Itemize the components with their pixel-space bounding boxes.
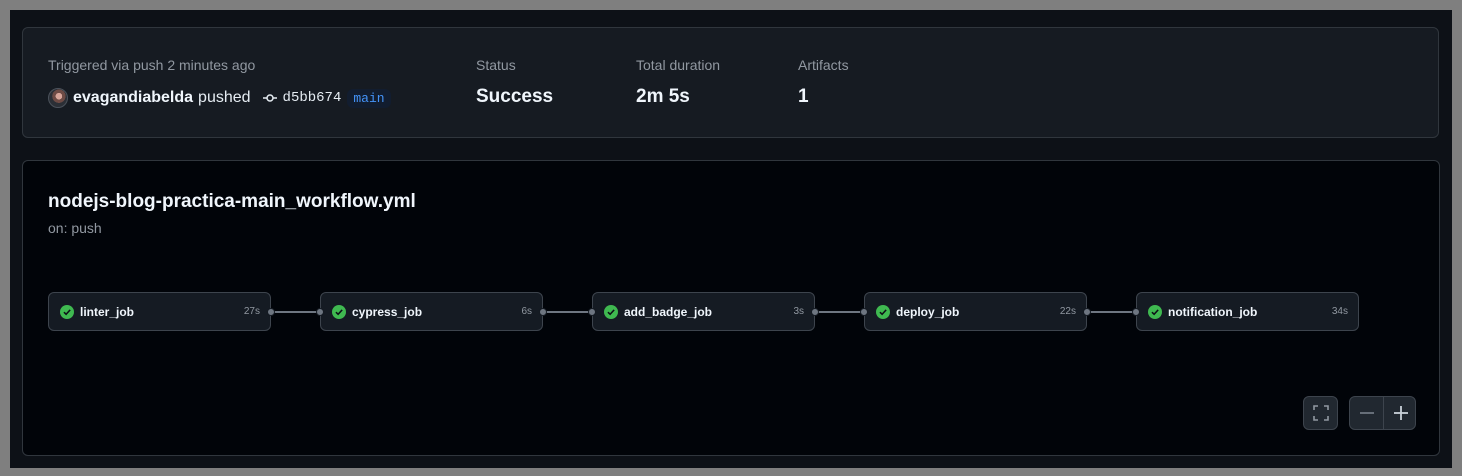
job-node-add-badge[interactable]: add_badge_job 3s [588,292,819,331]
fullscreen-button[interactable] [1303,396,1338,430]
job-node-linter[interactable]: linter_job 27s [48,292,275,331]
success-check-icon [332,305,346,319]
success-check-icon [1148,305,1162,319]
commit-sha-link[interactable]: d5bb674 [283,90,342,106]
trigger-text: Triggered via push 2 minutes ago [48,57,256,73]
job-connector [543,311,592,313]
fullscreen-icon [1304,397,1337,429]
avatar[interactable] [48,88,68,108]
zoom-in-button[interactable] [1384,397,1417,429]
job-node-notification[interactable]: notification_job 34s [1132,292,1359,331]
status-value: Success [476,86,554,107]
window-frame-right [1452,0,1462,476]
job-name: cypress_job [352,305,423,319]
duration-value: 2m 5s [636,86,690,107]
job-connector [1087,311,1136,313]
plus-icon [1393,406,1408,420]
minus-icon [1359,412,1374,414]
output-port [1083,308,1091,316]
branch-badge[interactable]: main [347,88,391,108]
job-duration: 6s [521,306,532,317]
zoom-out-button[interactable] [1350,397,1383,429]
success-check-icon [876,305,890,319]
workflow-file-name: nodejs-blog-practica-main_workflow.yml [48,191,416,212]
job-duration: 27s [243,306,260,317]
input-port [588,308,596,316]
job-node-cypress[interactable]: cypress_job 6s [316,292,547,331]
push-info: evagandiabelda pushed d5bb674 main [48,87,391,109]
job-name: linter_job [80,305,135,319]
output-port [267,308,275,316]
input-port [1132,308,1140,316]
duration-label: Total duration [636,57,721,73]
job-connector [271,311,320,313]
window-frame-bottom [0,468,1462,476]
window-frame-left [0,0,10,476]
job-duration: 3s [793,306,804,317]
push-action-text: pushed [198,89,251,106]
window-frame-top [0,0,1462,10]
job-name: add_badge_job [624,305,713,319]
job-name: deploy_job [896,305,960,319]
success-check-icon [604,305,618,319]
workflow-trigger: on: push [48,220,102,236]
artifacts-label: Artifacts [798,57,849,73]
artifacts-count[interactable]: 1 [798,86,809,108]
zoom-controls [1349,396,1416,430]
job-node-deploy[interactable]: deploy_job 22s [860,292,1091,331]
input-port [316,308,324,316]
workflow-graph-panel: nodejs-blog-practica-main_workflow.yml o… [22,160,1440,456]
actor-link[interactable]: evagandiabelda [73,89,193,107]
status-label: Status [476,57,516,73]
job-duration: 22s [1059,306,1076,317]
run-summary-panel: Triggered via push 2 minutes ago evagand… [22,27,1439,138]
output-port [811,308,819,316]
success-check-icon [60,305,74,319]
job-duration: 34s [1331,306,1348,317]
job-name: notification_job [1168,305,1258,319]
output-port [539,308,547,316]
git-commit-icon [262,90,278,106]
input-port [860,308,868,316]
job-connector [815,311,864,313]
